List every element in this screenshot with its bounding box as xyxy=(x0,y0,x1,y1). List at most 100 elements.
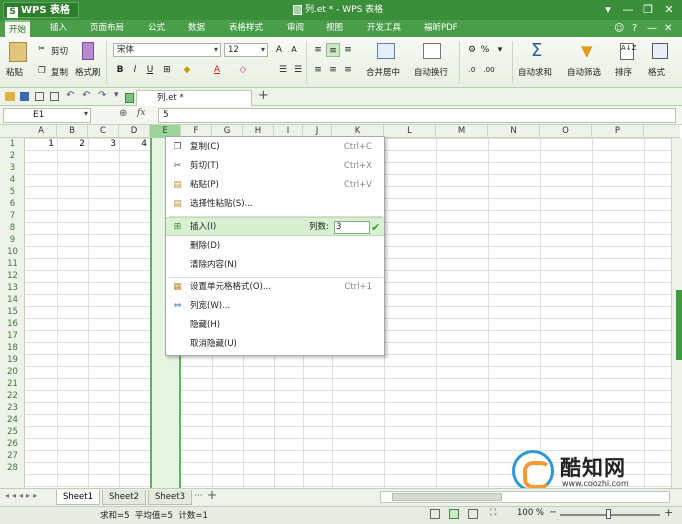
column-header[interactable]: C xyxy=(88,125,119,138)
align-right-icon[interactable]: ≡ xyxy=(341,63,355,77)
increase-font-icon[interactable]: A xyxy=(272,43,286,57)
cell-c1[interactable]: 3 xyxy=(88,138,119,150)
row-header[interactable]: 15 xyxy=(0,306,25,318)
menu-developer[interactable]: 开发工具 xyxy=(363,20,405,37)
row-header[interactable]: 9 xyxy=(0,234,25,246)
menu-foxit-pdf[interactable]: 福昕PDF xyxy=(420,20,462,37)
menu-insert[interactable]: 插入 xyxy=(46,20,71,37)
column-header[interactable]: L xyxy=(384,125,436,138)
font-name-select[interactable]: 宋体 xyxy=(113,43,221,57)
copy-button[interactable]: 复制 xyxy=(51,66,68,78)
comma-style-icon[interactable]: ▾ xyxy=(493,43,507,57)
row-header[interactable]: 16 xyxy=(0,318,25,330)
cut-button[interactable]: 剪切 xyxy=(51,45,68,57)
sheet-nav-arrows-icon[interactable]: ◂◂◂▸▸ xyxy=(5,491,40,500)
row-header[interactable]: 21 xyxy=(0,378,25,390)
column-header[interactable]: P xyxy=(592,125,644,138)
font-color-icon[interactable]: A xyxy=(210,63,224,77)
autofilter-button[interactable]: 自动筛选 xyxy=(567,66,601,78)
underline-button[interactable]: U xyxy=(143,63,157,77)
row-header[interactable]: 5 xyxy=(0,186,25,198)
skin-icon[interactable]: ☺ xyxy=(614,20,624,37)
sort-button[interactable]: 排序 xyxy=(615,66,632,78)
menu-item-cut[interactable]: ✂ 剪切(T) Ctrl+X xyxy=(166,157,384,176)
restore-button[interactable]: ❐ xyxy=(638,1,658,19)
sheet-tab-sheet2[interactable]: Sheet2 xyxy=(102,490,146,505)
indent-icon[interactable]: ☰ xyxy=(276,63,290,77)
print-preview-icon[interactable] xyxy=(35,92,44,101)
menu-item-clear-contents[interactable]: 清除内容(N) xyxy=(166,256,384,275)
row-header[interactable]: 13 xyxy=(0,282,25,294)
menu-item-hide[interactable]: 隐藏(H) xyxy=(166,316,384,335)
align-middle-icon[interactable]: ≡ xyxy=(326,43,340,57)
row-header[interactable]: 23 xyxy=(0,402,25,414)
row-header[interactable]: 8 xyxy=(0,222,25,234)
row-header[interactable]: 6 xyxy=(0,198,25,210)
row-header[interactable]: 3 xyxy=(0,162,25,174)
print-icon[interactable] xyxy=(50,92,59,101)
row-header[interactable]: 18 xyxy=(0,342,25,354)
formula-input[interactable]: 5 xyxy=(158,108,676,123)
row-header[interactable]: 20 xyxy=(0,366,25,378)
row-header[interactable]: 19 xyxy=(0,354,25,366)
close-window-button[interactable]: ✕ xyxy=(659,1,679,19)
row-header[interactable]: 11 xyxy=(0,258,25,270)
app-menu-button[interactable]: SWPS 表格 ▾ xyxy=(3,2,79,32)
sheet-tab-sheet1[interactable]: Sheet1 xyxy=(56,490,100,505)
zoom-search-icon[interactable]: ⊕ xyxy=(119,108,127,119)
menu-item-format-cells[interactable]: ▦ 设置单元格格式(O)... Ctrl+1 xyxy=(166,278,384,297)
menu-item-insert[interactable]: ⊞ 插入(I) 列数: 3 ✔ xyxy=(166,217,384,236)
row-header[interactable]: 7 xyxy=(0,210,25,222)
menu-formulas[interactable]: 公式 xyxy=(144,20,169,37)
row-header[interactable]: 17 xyxy=(0,330,25,342)
redo-icon[interactable]: ↷ xyxy=(98,90,106,101)
font-size-select[interactable]: 12 xyxy=(224,43,268,57)
row-header[interactable]: 12 xyxy=(0,270,25,282)
row-header[interactable]: 22 xyxy=(0,390,25,402)
format-button[interactable]: 格式 xyxy=(648,66,665,78)
menu-item-column-width[interactable]: ⇔ 列宽(W)... xyxy=(166,297,384,316)
zoom-slider-handle[interactable] xyxy=(606,509,611,519)
redo-history-icon[interactable]: ↶ xyxy=(66,90,74,101)
document-tab[interactable]: 列.et * xyxy=(136,90,252,106)
menu-data[interactable]: 数据 xyxy=(184,20,209,37)
cell-d1[interactable]: 4 xyxy=(119,138,150,150)
side-panel-toggle[interactable] xyxy=(676,290,682,360)
outdent-icon[interactable]: ☰ xyxy=(291,63,305,77)
row-header[interactable]: 24 xyxy=(0,414,25,426)
add-sheet-button[interactable]: + xyxy=(207,488,217,502)
column-count-input[interactable]: 3 xyxy=(334,221,370,234)
decrease-decimal-icon[interactable]: .00 xyxy=(482,63,496,77)
wrap-text-button[interactable]: 自动换行 xyxy=(414,66,448,78)
menu-home[interactable]: 开始 xyxy=(5,20,31,37)
cell-b1[interactable]: 2 xyxy=(57,138,88,150)
row-header[interactable]: 27 xyxy=(0,450,25,462)
zoom-level[interactable]: 100 % xyxy=(517,508,544,518)
save-icon[interactable] xyxy=(20,92,29,101)
menu-item-delete[interactable]: 删除(D) xyxy=(166,237,384,256)
merge-center-button[interactable]: 合并居中 xyxy=(366,66,400,78)
menu-item-copy[interactable]: ❐ 复制(C) Ctrl+C xyxy=(166,138,384,157)
row-header[interactable]: 28 xyxy=(0,462,25,474)
percent-button[interactable]: % xyxy=(478,43,492,57)
column-header[interactable]: O xyxy=(540,125,592,138)
confirm-check-icon[interactable]: ✔ xyxy=(371,218,380,237)
normal-view-icon[interactable] xyxy=(430,509,440,519)
currency-icon[interactable]: ⚙ xyxy=(465,43,479,57)
page-layout-view-icon[interactable] xyxy=(449,509,459,519)
row-header[interactable]: 1 xyxy=(0,138,25,150)
border-icon[interactable]: ⊞ xyxy=(160,63,174,77)
bold-button[interactable]: B xyxy=(113,63,127,77)
column-header[interactable]: N xyxy=(488,125,540,138)
align-bottom-icon[interactable]: ≡ xyxy=(341,43,355,57)
align-top-icon[interactable]: ≡ xyxy=(311,43,325,57)
italic-button[interactable]: I xyxy=(128,63,142,77)
sheet-tab-sheet3[interactable]: Sheet3 xyxy=(148,490,192,505)
menu-view[interactable]: 视图 xyxy=(322,20,347,37)
page-break-view-icon[interactable] xyxy=(468,509,478,519)
menu-item-unhide[interactable]: 取消隐藏(U) xyxy=(166,335,384,354)
row-header[interactable]: 14 xyxy=(0,294,25,306)
horizontal-scroll-thumb[interactable] xyxy=(392,493,502,501)
zoom-in-button[interactable]: + xyxy=(664,506,673,519)
menu-review[interactable]: 审阅 xyxy=(283,20,308,37)
